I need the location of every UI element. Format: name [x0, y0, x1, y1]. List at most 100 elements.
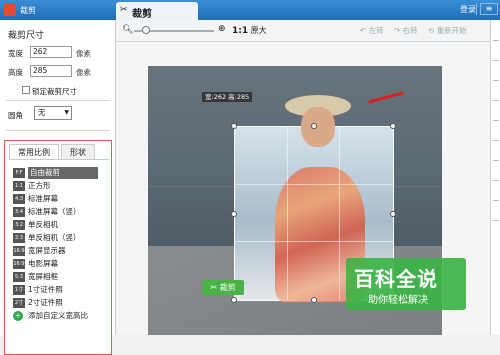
ratio-panel: 常用比例 形状 F:F 自由裁剪 1:1 正方形 4:3 标准屏幕 3:4 标准… [4, 140, 112, 355]
rotate-right-icon: ↷ [394, 26, 401, 35]
watermark-title: 百科全说 [354, 267, 438, 291]
grid-line [235, 241, 393, 243]
reset-button[interactable]: ⟲ 重新开始 [428, 25, 467, 36]
ratio-item-2-3[interactable]: 2:3 单反相机（竖） [11, 232, 111, 245]
zoom-out-icon[interactable]: 🔍︎ [122, 25, 133, 35]
photo-head [301, 107, 335, 147]
app-name: 裁剪 [20, 6, 36, 15]
zoom-in-icon[interactable]: ⊕ [218, 24, 226, 34]
ratio-square-icon: 1:1 [13, 181, 25, 191]
height-label: 高度 [8, 68, 23, 77]
ratio-item-label: 单反相机（竖） [28, 233, 81, 242]
crop-handle-right[interactable] [390, 211, 396, 217]
lock-size-checkbox[interactable] [22, 86, 30, 94]
original-size-button[interactable]: 1:1 原大 [232, 25, 267, 36]
ratio-item-widescreen[interactable]: 16:9 宽屏显示器 [11, 245, 111, 258]
ratio-item-square[interactable]: 1:1 正方形 [11, 180, 111, 193]
crop-handle-top[interactable] [311, 123, 317, 129]
ratio-2-3-icon: 2:3 [13, 233, 25, 243]
corner-select[interactable]: 无 ▼ [34, 106, 72, 120]
ruler-tick [493, 100, 499, 101]
ratio-16-9-icon: 16:9 [13, 259, 25, 269]
ratio-list: F:F 自由裁剪 1:1 正方形 4:3 标准屏幕 3:4 标准屏幕（竖） 3:… [11, 167, 111, 323]
ratio-item-cinema[interactable]: 16:9 电影屏幕 [11, 258, 111, 271]
watermark-subtitle: 助你轻松解决 [368, 295, 428, 306]
ratio-item-1inch[interactable]: 1寸 1寸证件照 [11, 284, 111, 297]
grid-line [235, 184, 393, 186]
rotate-left-label: 左转 [368, 26, 384, 35]
ratio-item-label: 标准屏幕（竖） [28, 207, 81, 216]
ratio-item-label: 单反相机 [28, 220, 58, 229]
id-photo-1inch-icon: 1寸 [13, 285, 25, 295]
ratio-4-3-icon: 4:3 [13, 194, 25, 204]
window-menu-button[interactable]: ≡ [480, 3, 498, 15]
ruler-tick [493, 200, 499, 201]
scissors-icon: ✂ [210, 283, 220, 292]
reset-icon: ⟲ [428, 26, 435, 35]
corner-select-value: 无 [38, 108, 46, 117]
reset-label: 重新开始 [436, 26, 467, 35]
lock-size-label: 锁定裁剪尺寸 [32, 87, 77, 96]
ratio-item-label: 2寸证件照 [28, 298, 63, 307]
crop-handle-top-left[interactable] [231, 123, 237, 129]
ratio-item-3-4[interactable]: 3:4 标准屏幕（竖） [11, 206, 111, 219]
crop-size-title: 裁剪尺寸 [8, 31, 45, 41]
ruler-tick [493, 120, 499, 121]
crop-handle-left[interactable] [231, 211, 237, 217]
tab-common-ratio[interactable]: 常用比例 [9, 144, 59, 160]
ruler-tick [493, 160, 499, 161]
ruler-tick [493, 140, 499, 141]
ratio-item-label: 正方形 [28, 181, 51, 190]
ratio-item-label: 自由裁剪 [28, 167, 98, 179]
add-custom-ratio[interactable]: + 添加自定义宽高比 [11, 310, 111, 323]
title-separator [476, 3, 477, 15]
original-size-label: 原大 [250, 26, 267, 35]
chevron-down-icon: ▼ [64, 109, 69, 116]
scissors-icon: ✂ [120, 5, 128, 15]
id-photo-2inch-icon: 2寸 [13, 298, 25, 308]
plus-icon: + [13, 311, 23, 321]
width-label: 宽度 [8, 49, 23, 58]
ratio-16-9-icon: 16:9 [13, 246, 25, 256]
ruler-tick [493, 40, 499, 41]
login-link[interactable]: 登录 [460, 4, 476, 15]
ruler-tick [493, 180, 499, 181]
original-ratio: 1:1 [232, 26, 249, 36]
app-logo-icon [4, 3, 16, 16]
crop-button-label: 裁剪 [219, 283, 236, 292]
ratio-item-label: 标准屏幕 [28, 194, 58, 203]
crop-handle-bottom[interactable] [311, 297, 317, 303]
width-unit: 像素 [76, 49, 91, 58]
ratio-item-label: 宽屏显示器 [28, 246, 66, 255]
rotate-left-button[interactable]: ↶ 左转 [360, 25, 384, 36]
height-input[interactable]: 285 [30, 65, 72, 77]
ratio-item-label: 宽屏相框 [28, 272, 58, 281]
ruler-tick [493, 60, 499, 61]
ratio-item-5-3[interactable]: 5:3 宽屏相框 [11, 271, 111, 284]
title-bar: 裁剪 ✂ 裁剪 登录 ≡ [0, 0, 500, 20]
tab-shape[interactable]: 形状 [61, 144, 95, 160]
rotate-right-button[interactable]: ↷ 右转 [394, 25, 418, 36]
tab-underline [9, 159, 109, 160]
crop-confirm-button[interactable]: ✂ 裁剪 [202, 280, 244, 295]
ruler-tick [493, 80, 499, 81]
divider [6, 130, 110, 131]
ratio-free-icon: F:F [13, 168, 25, 178]
right-scrollbar[interactable] [490, 20, 500, 335]
zoom-slider-knob[interactable] [142, 26, 150, 34]
width-input[interactable]: 262 [30, 46, 72, 58]
ratio-item-3-2[interactable]: 3:2 单反相机 [11, 219, 111, 232]
height-unit: 像素 [76, 68, 91, 77]
tab-crop[interactable]: ✂ 裁剪 [116, 2, 198, 20]
ratio-3-2-icon: 3:2 [13, 220, 25, 230]
ratio-item-2inch[interactable]: 2寸 2寸证件照 [11, 297, 111, 310]
add-custom-ratio-label: 添加自定义宽高比 [28, 311, 88, 320]
ratio-item-free[interactable]: F:F 自由裁剪 [11, 167, 111, 180]
ratio-3-4-icon: 3:4 [13, 207, 25, 217]
ratio-item-label: 1寸证件照 [28, 285, 63, 294]
crop-handle-bottom-left[interactable] [231, 297, 237, 303]
ratio-item-4-3[interactable]: 4:3 标准屏幕 [11, 193, 111, 206]
grid-line [287, 127, 289, 300]
ratio-item-label: 电影屏幕 [28, 259, 58, 268]
crop-handle-top-right[interactable] [390, 123, 396, 129]
